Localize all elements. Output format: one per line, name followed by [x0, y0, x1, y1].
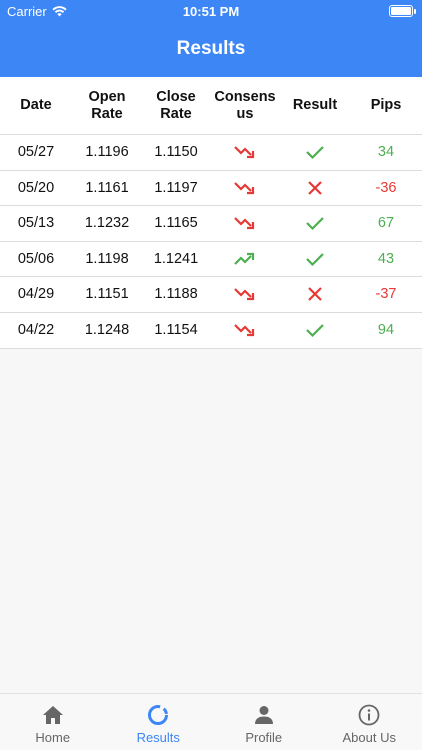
cell-date: 05/27 [17, 144, 55, 161]
column-header-pips: Pips [370, 97, 402, 113]
cell-date: 04/29 [17, 286, 55, 303]
status-bar: Carrier 10:51 PM [0, 0, 422, 22]
check-icon [280, 144, 350, 160]
cell-close-rate: 1.1150 [154, 144, 198, 161]
cell-open-rate: 1.1232 [84, 215, 130, 232]
table-row: 04/29 1.1151 1.1188 -37 [0, 277, 422, 313]
cell-close-rate: 1.1154 [154, 322, 198, 339]
cell-close-rate: 1.1188 [154, 286, 198, 303]
tab-results[interactable]: Results [106, 694, 212, 750]
trending-down-icon [210, 181, 280, 195]
tab-label: Home [35, 730, 71, 745]
trending-down-icon [210, 145, 280, 159]
cell-date: 05/06 [17, 250, 55, 267]
column-header-result: Result [292, 97, 338, 113]
results-icon [146, 703, 170, 727]
cell-close-rate: 1.1197 [154, 179, 198, 196]
column-header-open-rate: Open Rate [88, 88, 126, 122]
cell-close-rate: 1.1165 [154, 215, 198, 232]
cell-date: 05/13 [17, 215, 55, 232]
trending-up-icon [210, 252, 280, 266]
tab-about-us[interactable]: About Us [317, 694, 422, 750]
cell-open-rate: 1.1196 [85, 144, 129, 161]
results-table: Date Open Rate Close Rate Consensus Resu… [0, 77, 422, 349]
table-row: 05/06 1.1198 1.1241 43 [0, 242, 422, 277]
profile-icon [253, 703, 275, 727]
tab-label: Profile [245, 730, 283, 745]
cell-close-rate: 1.1241 [153, 250, 199, 267]
battery-icon [389, 5, 416, 17]
table-row: 04/22 1.1248 1.1154 94 [0, 313, 422, 349]
table-header-row: Date Open Rate Close Rate Consensus Resu… [0, 77, 422, 135]
status-time: 10:51 PM [182, 4, 240, 19]
app-header: Carrier 10:51 PM Results [0, 0, 422, 77]
cell-date: 04/22 [17, 322, 55, 339]
cross-icon [280, 286, 350, 302]
column-header-close-rate: Close Rate [156, 88, 196, 122]
tab-bar: Home Results Profile About Us [0, 693, 422, 750]
page-title: Results [176, 38, 246, 59]
check-icon [280, 322, 350, 338]
cell-pips: 34 [377, 144, 395, 161]
tab-label: Results [136, 730, 180, 745]
check-icon [280, 215, 350, 231]
home-icon [42, 703, 64, 727]
tab-profile[interactable]: Profile [211, 694, 317, 750]
column-header-consensus: Consensus [214, 88, 276, 122]
table-row: 05/13 1.1232 1.1165 67 [0, 206, 422, 242]
table-row: 05/20 1.1161 1.1197 -36 [0, 171, 422, 206]
info-icon [358, 703, 380, 727]
table-body: 05/27 1.1196 1.1150 34 05/20 1.1161 1.1197 -36 0… [0, 135, 422, 348]
check-icon [280, 251, 350, 267]
column-header-date: Date [20, 97, 52, 113]
cell-open-rate: 1.1198 [85, 250, 129, 267]
cell-pips: -36 [375, 179, 397, 196]
tab-home[interactable]: Home [0, 694, 106, 750]
table-row: 05/27 1.1196 1.1150 34 [0, 135, 422, 171]
cell-pips: -37 [375, 286, 397, 303]
cell-open-rate: 1.1161 [85, 179, 129, 196]
cell-date: 05/20 [17, 179, 55, 196]
cell-pips: 67 [377, 215, 395, 232]
cell-pips: 94 [377, 322, 395, 339]
cross-icon [280, 180, 350, 196]
trending-down-icon [210, 323, 280, 337]
trending-down-icon [210, 287, 280, 301]
tab-label: About Us [342, 730, 396, 745]
trending-down-icon [210, 216, 280, 230]
cell-open-rate: 1.1151 [85, 286, 129, 303]
cell-pips: 43 [377, 250, 395, 267]
cell-open-rate: 1.1248 [84, 322, 130, 339]
